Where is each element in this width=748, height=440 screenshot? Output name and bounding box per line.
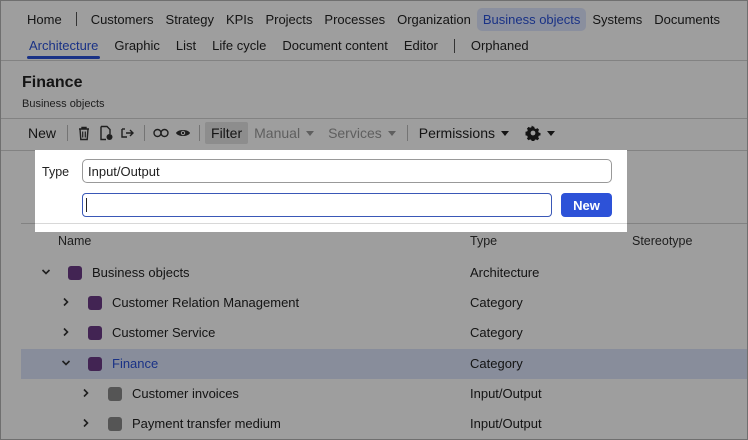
row-type: Category: [470, 295, 523, 310]
nav-projects[interactable]: Projects: [259, 8, 318, 31]
manual-label: Manual: [254, 125, 301, 141]
page-subtitle: Business objects: [22, 98, 105, 110]
chevron-right-icon[interactable]: [80, 417, 92, 429]
tab-editor[interactable]: Editor: [396, 35, 446, 58]
tab-graphic[interactable]: Graphic: [106, 35, 168, 58]
settings-dropdown[interactable]: [519, 125, 561, 141]
toolbar-separator: [406, 125, 408, 141]
gear-icon: [525, 125, 541, 141]
category-icon: [88, 326, 102, 340]
nav-kpis[interactable]: KPIs: [220, 8, 259, 31]
row-name[interactable]: Customer Service: [112, 325, 215, 340]
header-divider: [1, 118, 747, 119]
tab-orphaned[interactable]: Orphaned: [463, 35, 537, 58]
permissions-label: Permissions: [418, 125, 495, 141]
eye-icon[interactable]: [172, 122, 194, 144]
toolbar-separator: [199, 125, 201, 141]
table-row[interactable]: Payment transfer medium Input/Output: [21, 409, 747, 439]
top-nav: Home Customers Strategy KPIs Projects Pr…: [21, 6, 726, 32]
popup-divider: [35, 223, 627, 224]
chevron-down-icon[interactable]: [60, 357, 72, 369]
toolbar-separator: [144, 125, 146, 141]
row-type: Category: [470, 325, 523, 340]
trash-icon[interactable]: [73, 122, 95, 144]
row-name[interactable]: Business objects: [92, 265, 190, 280]
sub-nav: Architecture Graphic List Life cycle Doc…: [21, 33, 537, 59]
filter-button[interactable]: Filter: [205, 122, 249, 144]
nav-divider: [1, 60, 747, 61]
chevron-down-icon: [306, 130, 315, 136]
type-label: Type: [42, 165, 70, 179]
toolbar: New Filter Manual Services Permissions: [21, 121, 561, 145]
nav-business-objects[interactable]: Business objects: [476, 7, 587, 31]
column-header-name[interactable]: Name: [58, 234, 91, 248]
window: Home Customers Strategy KPIs Projects Pr…: [0, 0, 748, 440]
name-input[interactable]: [82, 193, 552, 217]
text-cursor: [86, 198, 87, 212]
chevron-right-icon[interactable]: [80, 387, 92, 399]
permissions-dropdown[interactable]: Permissions: [413, 125, 515, 141]
nav-home[interactable]: Home: [21, 8, 68, 31]
row-type: Input/Output: [470, 386, 542, 401]
input-output-icon: [108, 387, 122, 401]
chevron-down-icon[interactable]: [40, 266, 52, 278]
services-dropdown[interactable]: Services: [322, 125, 402, 141]
category-icon: [88, 357, 102, 371]
table-row[interactable]: Business objects Architecture: [21, 258, 747, 288]
nav-systems[interactable]: Systems: [586, 8, 648, 31]
category-icon: [88, 296, 102, 310]
chevron-down-icon: [501, 130, 509, 136]
table-header: Name Type Stereotype: [1, 230, 747, 252]
chevron-down-icon: [387, 130, 396, 136]
tab-architecture[interactable]: Architecture: [21, 35, 106, 59]
tab-separator: [453, 39, 455, 53]
table-row[interactable]: Customer Relation Management Category: [21, 288, 747, 318]
row-name[interactable]: Finance: [112, 356, 158, 371]
nav-customers[interactable]: Customers: [85, 8, 160, 31]
chevron-down-icon: [547, 130, 555, 136]
table-row[interactable]: Customer invoices Input/Output: [21, 379, 747, 409]
new-button[interactable]: New: [21, 125, 62, 141]
nav-processes[interactable]: Processes: [318, 8, 391, 31]
create-new-button[interactable]: New: [561, 193, 612, 217]
nav-separator: [75, 12, 77, 26]
services-label: Services: [328, 125, 382, 141]
column-header-stereotype[interactable]: Stereotype: [632, 234, 692, 248]
row-name[interactable]: Customer Relation Management: [112, 295, 299, 310]
input-output-icon: [108, 417, 122, 431]
page-title: Finance: [22, 74, 83, 91]
table-row[interactable]: Customer Service Category: [21, 318, 747, 348]
row-type: Category: [470, 356, 523, 371]
chevron-right-icon[interactable]: [60, 326, 72, 338]
manual-dropdown[interactable]: Manual: [248, 125, 320, 141]
table-row-selected[interactable]: Finance Category: [21, 349, 747, 379]
nav-strategy[interactable]: Strategy: [160, 8, 220, 31]
row-type: Architecture: [470, 265, 540, 280]
nav-documents[interactable]: Documents: [648, 8, 726, 31]
type-field[interactable]: [82, 159, 612, 183]
tab-list[interactable]: List: [168, 35, 204, 58]
move-icon[interactable]: [117, 122, 139, 144]
gear-document-icon[interactable]: [95, 122, 117, 144]
row-name[interactable]: Customer invoices: [132, 386, 239, 401]
link-icon[interactable]: [150, 122, 172, 144]
column-header-type[interactable]: Type: [470, 234, 497, 248]
chevron-right-icon[interactable]: [60, 296, 72, 308]
tab-document-content[interactable]: Document content: [274, 35, 396, 58]
tab-life-cycle[interactable]: Life cycle: [204, 35, 274, 58]
new-object-popup: Type New: [35, 150, 627, 232]
category-icon: [68, 266, 82, 280]
row-name[interactable]: Payment transfer medium: [132, 416, 281, 431]
row-type: Input/Output: [470, 416, 542, 431]
nav-organization[interactable]: Organization: [391, 8, 477, 31]
toolbar-separator: [67, 125, 69, 141]
